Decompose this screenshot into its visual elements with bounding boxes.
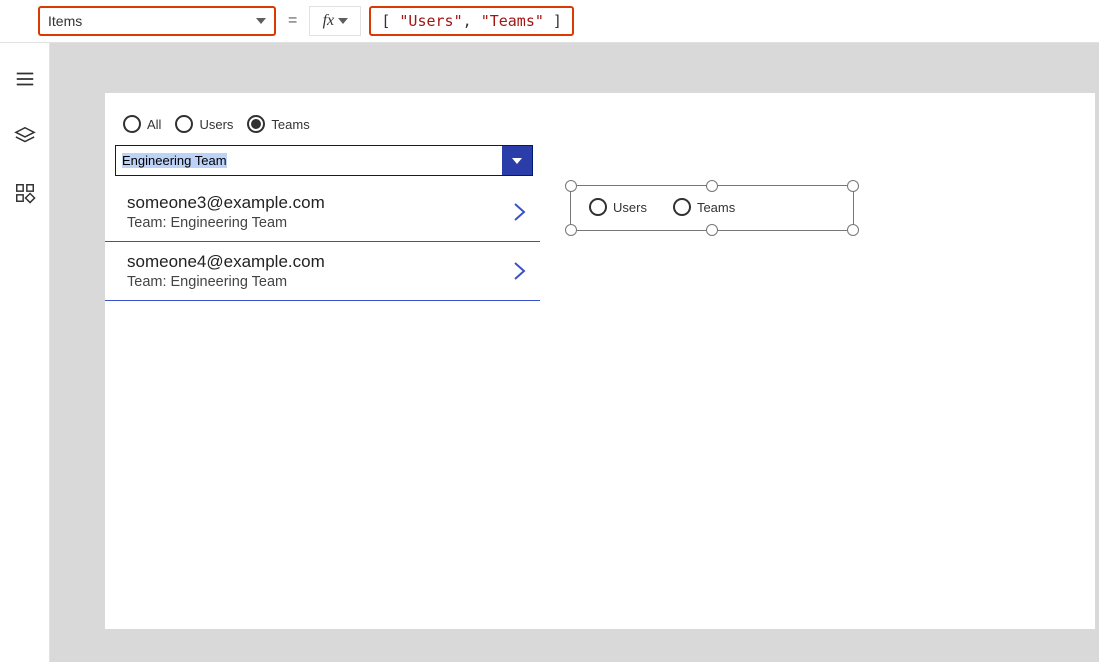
resize-handle[interactable] — [847, 180, 859, 192]
formula-string-1: "Users" — [399, 12, 462, 30]
resize-handle[interactable] — [565, 224, 577, 236]
radio-icon — [589, 198, 607, 216]
canvas[interactable]: All Users Teams Engineering Team someone… — [105, 93, 1095, 629]
list-item[interactable]: someone4@example.com Team: Engineering T… — [105, 242, 540, 301]
hamburger-icon[interactable] — [14, 68, 36, 90]
radio-group-items: Users Teams — [589, 198, 735, 216]
chevron-right-icon — [510, 197, 530, 227]
radio-group-filter: All Users Teams — [123, 115, 310, 133]
resize-handle[interactable] — [847, 224, 859, 236]
radio-label: Teams — [697, 200, 735, 215]
radio-label: Teams — [271, 117, 309, 132]
chevron-down-icon — [338, 18, 348, 24]
resize-handle[interactable] — [706, 180, 718, 192]
chevron-right-icon — [510, 256, 530, 286]
apps-icon[interactable] — [14, 182, 36, 204]
equals-sign: = — [284, 12, 301, 30]
resize-handle[interactable] — [565, 180, 577, 192]
results-list: someone3@example.com Team: Engineering T… — [105, 183, 540, 301]
formula-bar-empty[interactable] — [582, 6, 1091, 36]
layers-icon[interactable] — [14, 125, 36, 147]
radio-label: Users — [613, 200, 647, 215]
team-dropdown[interactable]: Engineering Team — [115, 145, 533, 176]
chevron-down-icon — [502, 146, 532, 175]
radio-label: Users — [199, 117, 233, 132]
formula-string-2: "Teams" — [481, 12, 544, 30]
list-item-title: someone3@example.com — [127, 193, 510, 213]
list-item-subtitle: Team: Engineering Team — [127, 215, 510, 231]
radio-label: All — [147, 117, 161, 132]
radio-users[interactable]: Users — [589, 198, 647, 216]
chevron-down-icon — [256, 18, 266, 24]
radio-all[interactable]: All — [123, 115, 161, 133]
selected-radio-control[interactable]: Users Teams — [570, 185, 854, 231]
list-item-subtitle: Team: Engineering Team — [127, 274, 510, 290]
radio-icon — [673, 198, 691, 216]
fx-label: fx — [323, 12, 335, 30]
property-name: Items — [48, 13, 82, 29]
formula-sep: , — [463, 12, 481, 30]
formula-bracket-open: [ — [381, 12, 399, 30]
radio-users[interactable]: Users — [175, 115, 233, 133]
dropdown-value: Engineering Team — [116, 146, 502, 175]
radio-icon — [247, 115, 265, 133]
fx-button[interactable]: fx — [309, 6, 361, 36]
list-item-title: someone4@example.com — [127, 252, 510, 272]
radio-icon — [123, 115, 141, 133]
radio-teams[interactable]: Teams — [673, 198, 735, 216]
radio-icon — [175, 115, 193, 133]
radio-teams[interactable]: Teams — [247, 115, 309, 133]
formula-input[interactable]: [ "Users" , "Teams" ] — [369, 6, 574, 36]
list-item[interactable]: someone3@example.com Team: Engineering T… — [105, 183, 540, 242]
resize-handle[interactable] — [706, 224, 718, 236]
formula-bracket-close: ] — [544, 12, 562, 30]
property-dropdown[interactable]: Items — [38, 6, 276, 36]
